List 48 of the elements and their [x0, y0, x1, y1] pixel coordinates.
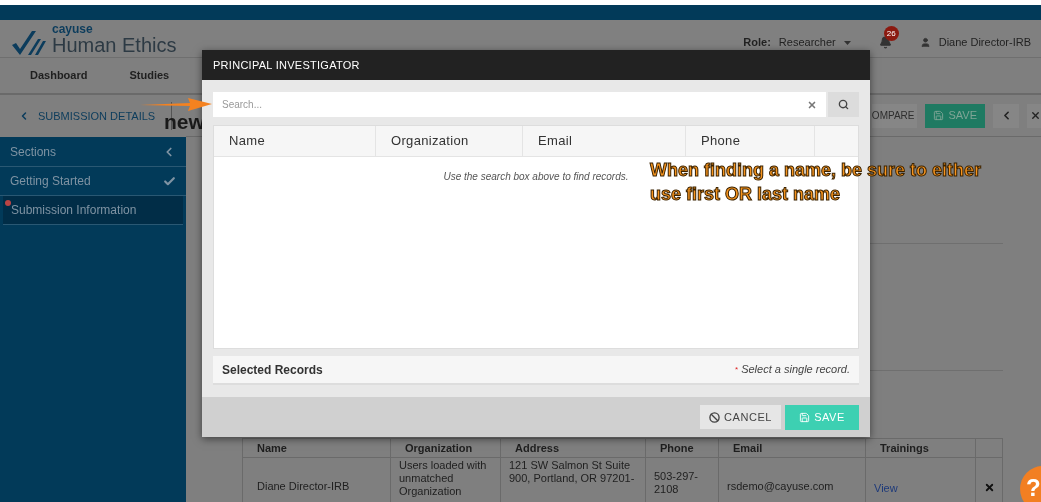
user-icon	[919, 37, 931, 48]
table-cell-text: Users loaded with unmatched Organization	[399, 459, 488, 498]
column-header: Name	[229, 132, 265, 151]
column-header: Email	[733, 440, 763, 456]
search-field[interactable]: Search...	[213, 92, 807, 117]
cancel-button[interactable]: CANCEL	[700, 405, 781, 429]
table-cell-text: 121 SW Salmon St Suite 900, Portland, OR 97201-	[509, 459, 636, 485]
search-button[interactable]	[828, 92, 859, 117]
table-cell-text: rsdemo@cayuse.com	[727, 480, 835, 493]
column-header: Organization	[391, 132, 469, 151]
save-icon	[933, 110, 945, 121]
save-icon	[799, 411, 811, 423]
sections-title: Sections	[10, 143, 57, 161]
hint-text: Select a single record.	[741, 362, 850, 378]
close-icon	[1030, 110, 1041, 121]
bell-icon[interactable]	[878, 36, 892, 49]
role-value[interactable]: Researcher	[778, 34, 836, 51]
section-item[interactable]: Submission Information	[3, 196, 183, 225]
table-cell-text: Diane Director-IRB	[257, 480, 351, 493]
brand-name: cayuse	[52, 22, 94, 35]
column-header: Phone	[660, 440, 694, 456]
column-header: Address	[515, 440, 560, 456]
nav-tab[interactable]: Studies	[129, 67, 170, 84]
remove-icon[interactable]	[983, 482, 995, 493]
column-header: Trainings	[880, 440, 929, 456]
search-icon	[838, 99, 849, 110]
nav-tab[interactable]: Dashboard	[30, 67, 88, 84]
close-button[interactable]	[1027, 103, 1041, 128]
notification-count: 26	[883, 26, 899, 41]
column-header: Phone	[701, 132, 741, 151]
column-header: Email	[538, 132, 573, 151]
required-mark: *	[735, 363, 739, 376]
previous-button[interactable]	[993, 103, 1019, 128]
caret-icon[interactable]	[843, 40, 851, 45]
help-button[interactable]: ?	[1020, 466, 1041, 502]
selected-records-title: Selected Records	[222, 361, 323, 379]
user-name[interactable]: Diane Director-IRB	[938, 34, 1031, 51]
cancel-icon	[709, 411, 721, 423]
logo-icon	[10, 28, 48, 57]
column-header: Organization	[405, 440, 473, 456]
clear-icon[interactable]	[807, 99, 817, 110]
compare-button[interactable]: OMPARE	[871, 103, 918, 128]
table-cell-text: 503-297-2108	[654, 470, 700, 496]
empty-message: Use the search box above to find records.	[443, 170, 629, 184]
role-label: Role:	[743, 35, 771, 51]
view-link[interactable]: View	[874, 482, 898, 494]
column-header: Name	[257, 440, 287, 456]
modal-title: PRINCIPAL INVESTIGATOR	[213, 57, 360, 73]
